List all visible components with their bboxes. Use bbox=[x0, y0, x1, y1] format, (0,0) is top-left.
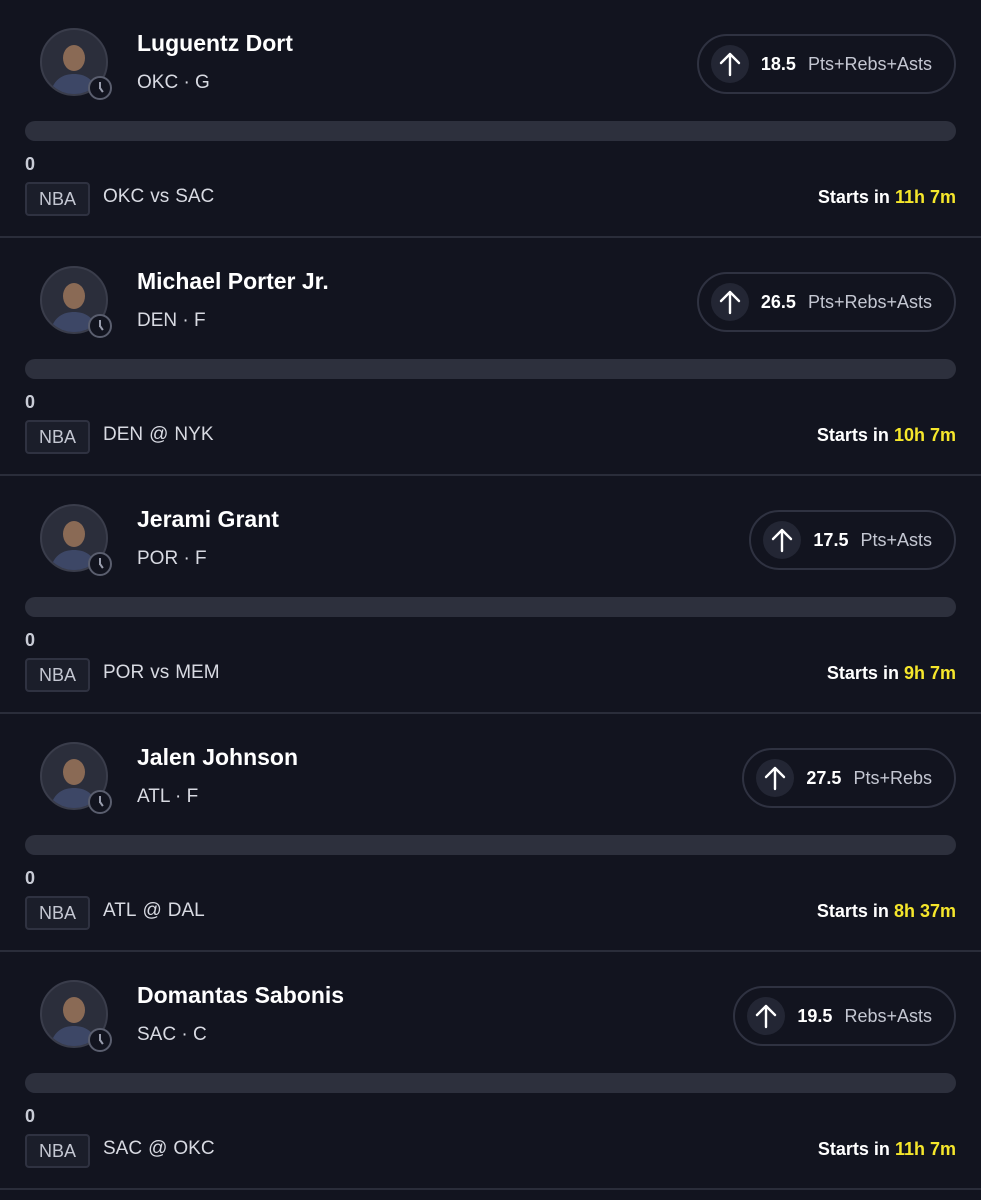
clock-icon bbox=[88, 552, 112, 576]
player-name[interactable]: Jalen Johnson bbox=[137, 744, 298, 771]
prop-list: Luguentz Dort OKC · G 18.5 Pts+Rebs+Asts… bbox=[0, 0, 981, 1190]
prop-stat-type: Pts+Rebs+Asts bbox=[807, 291, 932, 312]
player-prop-card[interactable]: Domantas Sabonis SAC · C 19.5 Rebs+Asts … bbox=[0, 952, 981, 1190]
matchup-separator: @ bbox=[142, 900, 162, 921]
arrow-up-icon[interactable] bbox=[710, 45, 749, 83]
player-team-position: SAC · C bbox=[137, 1024, 207, 1045]
opponent-team: MEM bbox=[175, 662, 220, 683]
starts-time: 8h 37m bbox=[893, 901, 956, 921]
player-prop-card[interactable]: Michael Porter Jr. DEN · F 26.5 Pts+Rebs… bbox=[0, 238, 981, 476]
prop-line-value: 26.5 bbox=[760, 291, 796, 312]
player-prop-card[interactable]: Jalen Johnson ATL · F 27.5 Pts+Rebs 0 NB… bbox=[0, 714, 981, 952]
clock-icon bbox=[88, 790, 112, 814]
progress-value: 0 bbox=[25, 392, 36, 412]
matchup-separator: @ bbox=[148, 1138, 168, 1159]
home-team: OKC bbox=[103, 186, 145, 207]
arrow-up-icon[interactable] bbox=[763, 521, 802, 559]
home-team: DEN bbox=[103, 424, 144, 445]
matchup-separator: @ bbox=[149, 424, 169, 445]
prop-line-value: 27.5 bbox=[806, 767, 842, 788]
starts-time: 11h 7m bbox=[894, 187, 956, 207]
opponent-team: OKC bbox=[173, 1138, 215, 1159]
opponent-team: SAC bbox=[175, 186, 215, 207]
home-team: POR bbox=[103, 662, 145, 683]
player-prop-card[interactable]: Jerami Grant POR · F 17.5 Pts+Asts 0 NBA… bbox=[0, 476, 981, 714]
league-badge: NBA bbox=[25, 896, 91, 930]
home-team: ATL bbox=[103, 900, 137, 921]
progress-bar bbox=[25, 359, 956, 379]
home-team: SAC bbox=[103, 1138, 143, 1159]
player-name[interactable]: Domantas Sabonis bbox=[137, 982, 344, 1009]
player-prop-card[interactable]: Luguentz Dort OKC · G 18.5 Pts+Rebs+Asts… bbox=[0, 0, 981, 238]
prop-stat-type: Rebs+Asts bbox=[844, 1005, 932, 1026]
player-team-position: POR · F bbox=[137, 548, 207, 569]
clock-icon bbox=[88, 1028, 112, 1052]
clock-icon bbox=[88, 76, 112, 100]
matchup-separator: vs bbox=[150, 662, 170, 683]
starts-time: 10h 7m bbox=[893, 425, 956, 445]
league-badge: NBA bbox=[25, 658, 91, 692]
matchup: DEN @ NYK bbox=[103, 424, 214, 446]
starts-label: Starts in bbox=[826, 663, 899, 683]
game-start-countdown: Starts in 8h 37m bbox=[817, 901, 956, 922]
prop-line-button[interactable]: 18.5 Pts+Rebs+Asts bbox=[696, 34, 956, 94]
prop-line-button[interactable]: 26.5 Pts+Rebs+Asts bbox=[696, 272, 956, 332]
prop-line-value: 19.5 bbox=[797, 1005, 833, 1026]
prop-line-button[interactable]: 17.5 Pts+Asts bbox=[749, 510, 956, 570]
game-start-countdown: Starts in 9h 7m bbox=[827, 663, 956, 684]
matchup: ATL @ DAL bbox=[103, 900, 205, 922]
league-badge: NBA bbox=[25, 420, 91, 454]
player-team-position: DEN · F bbox=[137, 310, 206, 331]
progress-bar bbox=[25, 835, 956, 855]
arrow-up-icon[interactable] bbox=[710, 283, 749, 321]
starts-label: Starts in bbox=[816, 425, 889, 445]
player-team-position: OKC · G bbox=[137, 72, 210, 93]
arrow-up-icon[interactable] bbox=[756, 759, 795, 797]
starts-time: 9h 7m bbox=[903, 663, 956, 683]
starts-label: Starts in bbox=[817, 187, 890, 207]
league-badge: NBA bbox=[25, 1134, 91, 1168]
prop-line-value: 18.5 bbox=[760, 53, 796, 74]
matchup: OKC vs SAC bbox=[103, 186, 214, 208]
prop-stat-type: Pts+Asts bbox=[860, 529, 932, 550]
game-start-countdown: Starts in 10h 7m bbox=[817, 425, 956, 446]
matchup-separator: vs bbox=[150, 186, 170, 207]
progress-bar bbox=[25, 597, 956, 617]
progress-value: 0 bbox=[25, 154, 36, 174]
player-team-position: ATL · F bbox=[137, 786, 199, 807]
prop-line-button[interactable]: 27.5 Pts+Rebs bbox=[742, 748, 956, 808]
opponent-team: DAL bbox=[167, 900, 205, 921]
prop-stat-type: Pts+Rebs bbox=[853, 767, 932, 788]
progress-value: 0 bbox=[25, 1106, 36, 1126]
prop-stat-type: Pts+Rebs+Asts bbox=[807, 53, 932, 74]
starts-label: Starts in bbox=[816, 901, 889, 921]
arrow-up-icon[interactable] bbox=[747, 997, 786, 1035]
matchup: POR vs MEM bbox=[103, 662, 220, 684]
game-start-countdown: Starts in 11h 7m bbox=[818, 1139, 956, 1160]
progress-value: 0 bbox=[25, 630, 36, 650]
progress-value: 0 bbox=[25, 868, 36, 888]
progress-bar bbox=[25, 121, 956, 141]
matchup: SAC @ OKC bbox=[103, 1138, 215, 1160]
player-name[interactable]: Jerami Grant bbox=[137, 506, 279, 533]
game-start-countdown: Starts in 11h 7m bbox=[818, 187, 956, 208]
opponent-team: NYK bbox=[174, 424, 214, 445]
prop-line-button[interactable]: 19.5 Rebs+Asts bbox=[733, 986, 956, 1046]
prop-line-value: 17.5 bbox=[813, 529, 849, 550]
player-name[interactable]: Michael Porter Jr. bbox=[137, 268, 329, 295]
player-name[interactable]: Luguentz Dort bbox=[137, 30, 293, 57]
starts-time: 11h 7m bbox=[894, 1139, 956, 1159]
progress-bar bbox=[25, 1073, 956, 1093]
league-badge: NBA bbox=[25, 182, 91, 216]
starts-label: Starts in bbox=[817, 1139, 890, 1159]
clock-icon bbox=[88, 314, 112, 338]
